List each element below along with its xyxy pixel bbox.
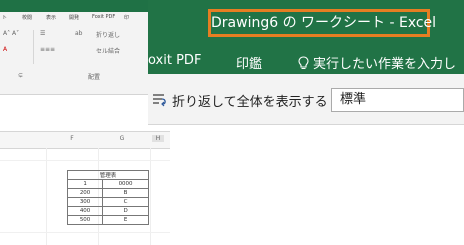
mini-ribbon-tabs: ト 校閲 表示 開発 Foxit PDF 印 (0, 12, 170, 24)
align-left-icon[interactable]: ≡≡≡ (40, 46, 55, 53)
orientation-icon[interactable]: ab (75, 30, 83, 37)
background-excel-window: ト 校閲 表示 開発 Foxit PDF 印 A˄ A˅ A ☰ ≡≡≡ ab … (0, 0, 170, 245)
table-cell[interactable]: 400 (66, 206, 104, 216)
column-header-f[interactable]: F (66, 135, 78, 142)
table-cell[interactable]: C (102, 197, 149, 207)
alignment-group-label: 配置 (88, 74, 101, 81)
title-bar: Drawing6 の ワークシート - Excel (148, 0, 464, 50)
column-header-h[interactable]: H (152, 135, 164, 142)
lightbulb-icon (298, 56, 309, 70)
mini-tab-review[interactable]: 校閲 (22, 14, 32, 21)
table-cell[interactable]: 200 (66, 188, 104, 198)
grid-line (46, 148, 47, 245)
table-row: 400 D (66, 206, 149, 216)
mini-tab-stamp[interactable]: 印 (124, 14, 129, 21)
tab-stamp[interactable]: 印鑑 (236, 53, 262, 72)
wrap-text-icon (153, 94, 166, 107)
management-table: 管理表 1 0000 200 B 300 C 400 D 500 E (66, 170, 149, 225)
table-row: 300 C (66, 197, 149, 207)
zoomed-ribbon: Drawing6 の ワークシート - Excel oxit PDF 印鑑 実行… (148, 0, 464, 125)
mini-tab[interactable]: ト (2, 14, 7, 21)
column-header-row: F G H I J (0, 131, 170, 149)
grid-line (0, 160, 170, 161)
grid-line (0, 232, 170, 233)
tab-foxit-pdf[interactable]: oxit PDF (148, 53, 201, 68)
table-cell[interactable]: 1 (66, 179, 104, 189)
mini-tab-foxit[interactable]: Foxit PDF (92, 14, 115, 20)
font-color-icon[interactable]: A (3, 46, 7, 53)
mini-title-bar (0, 0, 170, 12)
table-row: 200 B (66, 188, 149, 198)
font-group-label: ⊊ (18, 72, 24, 79)
table-title[interactable]: 管理表 (67, 170, 149, 180)
wrap-text-label: 折り返して全体を表示する (172, 94, 328, 110)
table-row: 500 E (66, 215, 149, 225)
font-size-controls[interactable]: A˄ A˅ (3, 30, 19, 37)
table-cell[interactable]: 0000 (102, 179, 149, 189)
table-cell[interactable]: 500 (66, 215, 104, 225)
divider (33, 30, 34, 64)
number-format-dropdown[interactable]: 標準 (331, 88, 464, 112)
table-cell[interactable]: B (102, 188, 149, 198)
tell-me-text: 実行したい作業を入力し (313, 57, 457, 72)
table-cell[interactable]: E (102, 215, 149, 225)
tell-me-search[interactable]: 実行したい作業を入力し (298, 53, 456, 72)
mini-wrap-text-button[interactable]: 折り返し (96, 30, 120, 39)
table-cell[interactable]: 300 (66, 197, 104, 207)
mini-tab-developer[interactable]: 開発 (69, 14, 79, 21)
wrap-text-button[interactable]: 折り返して全体を表示する (152, 90, 328, 110)
mini-ribbon: A˄ A˅ A ☰ ≡≡≡ ab 折り返し セル結合 ⊊ 配置 (0, 24, 170, 95)
column-header-g[interactable]: G (116, 135, 128, 142)
grid-line (150, 148, 151, 245)
window-title: Drawing6 の ワークシート - Excel (208, 9, 436, 37)
table-row: 1 0000 (66, 179, 149, 189)
table-cell[interactable]: D (102, 206, 149, 216)
align-top-icon[interactable]: ☰ (40, 30, 45, 37)
mini-merge-button[interactable]: セル結合 (96, 46, 120, 55)
mini-tab-view[interactable]: 表示 (46, 14, 56, 21)
ribbon-tabs: oxit PDF 印鑑 実行したい作業を入力し (148, 50, 464, 74)
